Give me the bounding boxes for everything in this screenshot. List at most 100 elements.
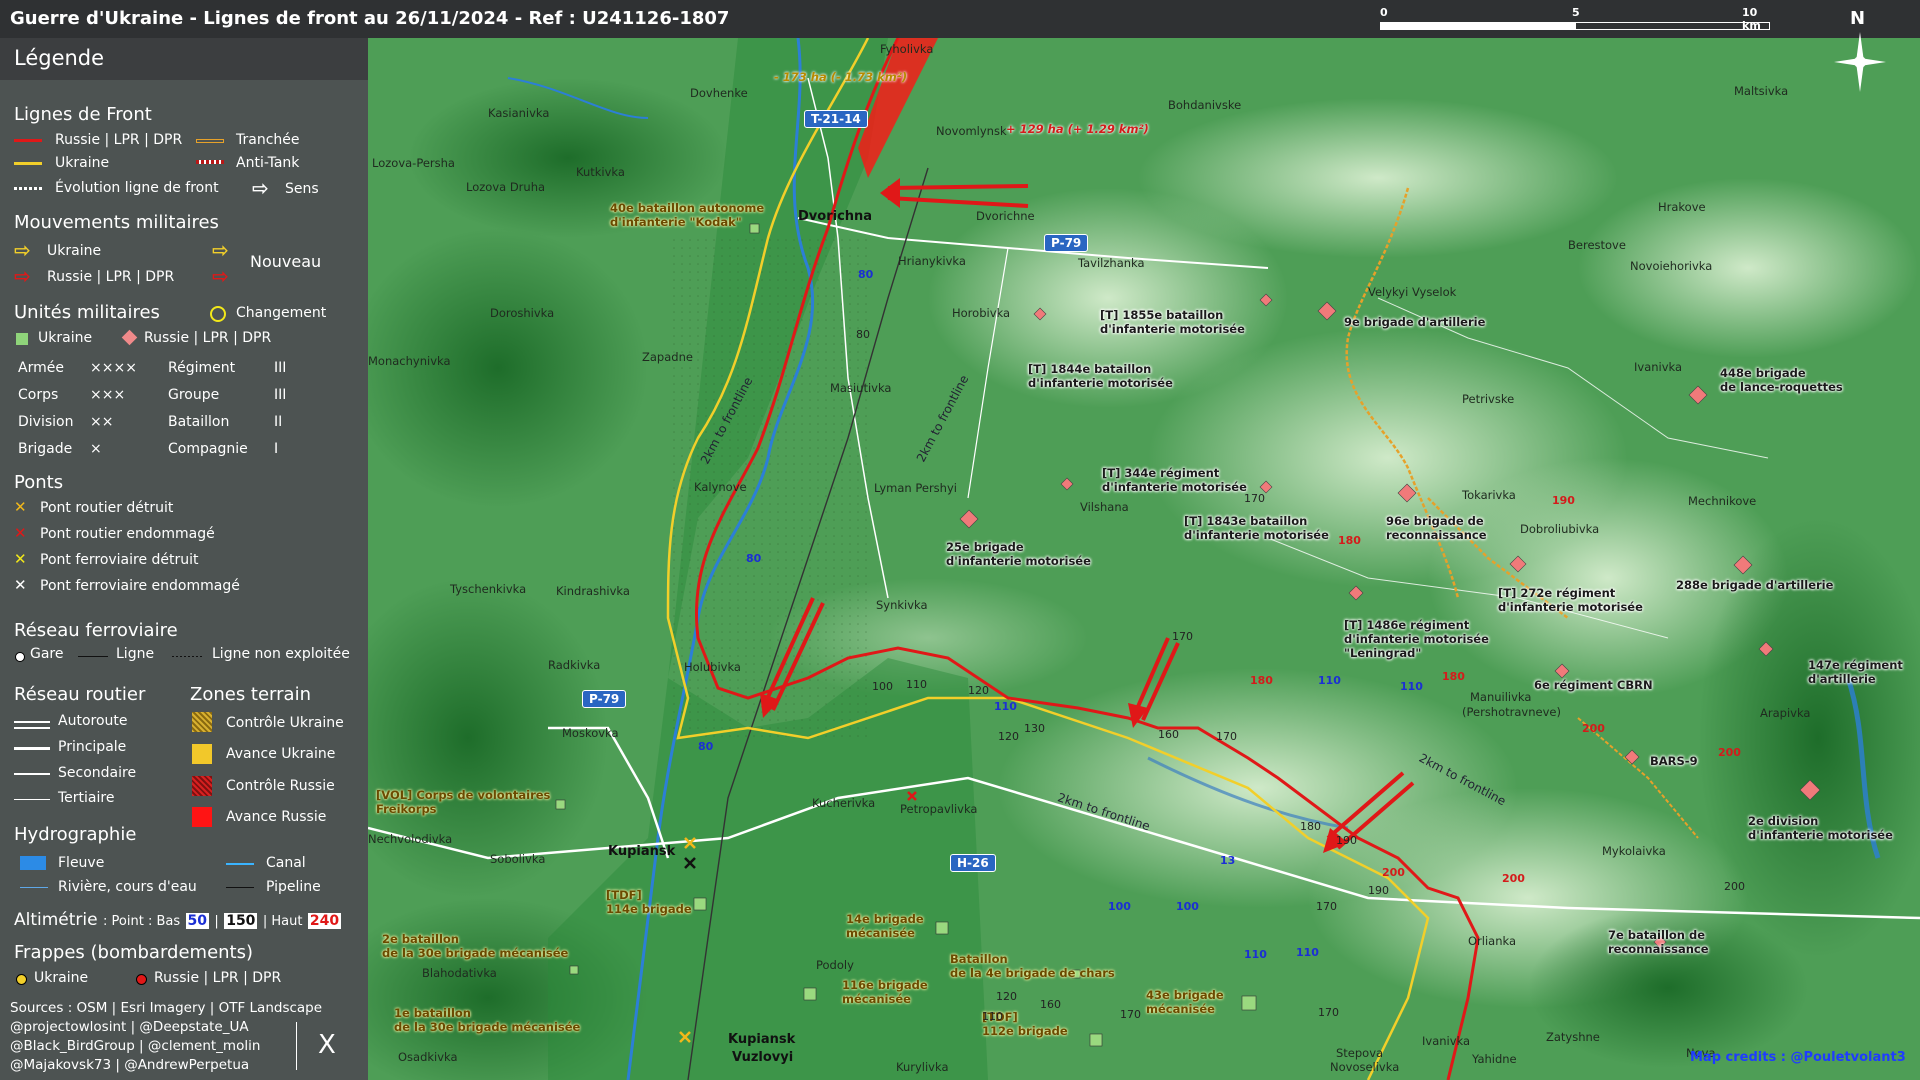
road-number-110a: 110 xyxy=(994,700,1017,713)
road-number-80a: 80 xyxy=(746,552,762,565)
altitude-label: 110 xyxy=(1318,674,1341,687)
map-title: Guerre d'Ukraine - Lignes de front au 26… xyxy=(10,8,730,29)
road-number-100: 100 xyxy=(1108,900,1131,913)
trench-swatch xyxy=(196,139,224,143)
russia-strike-dot-icon xyxy=(136,974,147,985)
front-trench-label: Tranchée xyxy=(236,132,300,148)
place-label: Bohdanivske xyxy=(1168,98,1242,112)
unit-label-line: de la 4e brigade de chars xyxy=(950,966,1115,980)
map-canvas[interactable]: Fyholivka Dovhenke Kasianivka Novomlynsk Boh… xyxy=(368,38,1920,1080)
altitude-label: 200 xyxy=(1582,722,1605,735)
ukraine-control-swatch xyxy=(192,712,212,732)
rail-unused-swatch xyxy=(172,656,202,657)
rail-heading: Réseau ferroviaire xyxy=(14,620,178,641)
rail-line-swatch xyxy=(78,656,108,657)
unit-label-line: 40e bataillon autonome xyxy=(610,201,765,215)
unit-label-line: d'infanterie motorisée xyxy=(1028,376,1173,390)
unit-label: [T] 1486e régiment d'infanterie motorisée… xyxy=(1344,618,1489,660)
place-label: Hrianykivka xyxy=(898,254,966,268)
altimetry-row: Altimétrie : Point : Bas 50 | 150 | Haut… xyxy=(14,910,342,930)
unit-label-line: [T] 1843e bataillon xyxy=(1184,514,1308,528)
place-label: Hrakove xyxy=(1658,200,1706,214)
place-label: Synkivka xyxy=(876,598,928,612)
front-ukraine-label: Ukraine xyxy=(55,155,110,171)
unit-label: 1e bataillon de la 30e brigade mécanisée xyxy=(394,1006,580,1034)
place-label: Kalynove xyxy=(694,480,747,494)
unit-label: [VOL] Corps de volontaires Freikorps xyxy=(376,788,550,816)
echelon-name: Bataillon xyxy=(168,414,230,430)
roads-heading: Réseau routier xyxy=(14,684,146,705)
unit-label: 25e brigade d'infanterie motorisée xyxy=(946,540,1091,568)
place-label: Novoselivka xyxy=(1330,1060,1400,1074)
strikes-ukraine-label: Ukraine xyxy=(34,970,89,986)
unit-label-line: d'infanterie motorisée xyxy=(1102,480,1247,494)
unit-label-line: de la 30e brigade mécanisée xyxy=(382,946,569,960)
place-label: Novomlynsk xyxy=(936,124,1007,138)
altitude-label: 110 xyxy=(906,678,927,691)
new-ukraine-arrow-icon: ⇨ xyxy=(212,238,229,262)
ukraine-line-swatch xyxy=(14,162,42,165)
altitude-label: 120 xyxy=(996,990,1017,1003)
russia-gain-label: + 129 ha (+ 1.29 km²) xyxy=(1006,122,1149,136)
place-label: Petrivske xyxy=(1462,392,1515,406)
place-label: Kupiansk xyxy=(608,844,676,859)
unit-label-line: [VOL] Corps de volontaires xyxy=(376,788,551,802)
place-label: Velykyi Vyselok xyxy=(1368,285,1457,299)
pipeline-swatch xyxy=(226,887,254,888)
station-dot-icon xyxy=(15,652,25,662)
road-bridge-destroyed-icon: ✕ xyxy=(14,498,27,516)
place-label: Kutkivka xyxy=(576,165,625,179)
unit-label-line: 25e brigade xyxy=(946,540,1024,554)
move-new-label: Nouveau xyxy=(250,252,322,271)
road-shield-p79-south: P-79 xyxy=(582,690,627,708)
unit-label: 6e régiment CBRN xyxy=(1534,678,1653,692)
place-label: Kindrashivka xyxy=(556,584,630,598)
unit-label-line: 116e brigade xyxy=(842,978,928,992)
unit-label-line: [T] 1855e bataillon xyxy=(1100,308,1224,322)
place-label: Dobroliubivka xyxy=(1520,522,1600,536)
road-label-0: Autoroute xyxy=(58,713,128,729)
zone-label-2: Contrôle Russie xyxy=(226,778,335,794)
units-heading: Unités militaires xyxy=(14,302,160,323)
units-ukraine-label: Ukraine xyxy=(38,330,93,346)
road-number-110b: 110 xyxy=(1400,680,1423,693)
altitude-label: 160 xyxy=(1040,998,1061,1011)
main-road-swatch xyxy=(14,747,50,750)
road-number-80b: 80 xyxy=(698,740,714,753)
hydro-pipeline-label: Pipeline xyxy=(266,879,321,895)
unit-label-line: mécanisée xyxy=(846,926,915,940)
sources-line-2: @Black_BirdGroup | @clement_molin xyxy=(10,1038,261,1054)
echelon-name: Corps xyxy=(18,387,59,403)
altitude-label: 190 xyxy=(1552,494,1575,507)
echelon-name: Régiment xyxy=(168,360,236,376)
sources-line-3: @Majakovsk73 | @AndrewPerpetua xyxy=(10,1057,250,1073)
place-label: Manuilivka xyxy=(1470,690,1532,704)
place-label: Kurylivka xyxy=(896,1060,949,1074)
echelon-symbol: ×××× xyxy=(90,360,137,376)
rail-bridge-damaged-icon: ✕ xyxy=(14,576,27,594)
stream-swatch xyxy=(20,887,48,888)
front-heading: Lignes de Front xyxy=(14,104,152,125)
front-evolution-label: Évolution ligne de front xyxy=(55,180,219,196)
road-shield-t2114: T-21-14 xyxy=(804,110,868,128)
rail-bridge-destroyed-icon: ✕ xyxy=(14,550,27,568)
unit-label-line: mécanisée xyxy=(842,992,911,1006)
place-label: Vuzlovyi xyxy=(732,1050,794,1065)
unit-label-line: 43e brigade xyxy=(1146,988,1224,1002)
altitude-label: 120 xyxy=(968,684,989,697)
unit-label: 7e bataillon de reconnaissance xyxy=(1608,928,1709,956)
altitude-label: 100 xyxy=(1176,900,1199,913)
echelon-symbol: III xyxy=(274,360,287,376)
echelon-symbol: × xyxy=(90,441,102,457)
unit-label-line: 14e brigade xyxy=(846,912,924,926)
unit-label-line: [T] 344e régiment xyxy=(1102,466,1220,480)
unit-label: 2e bataillon de la 30e brigade mécanisée xyxy=(382,932,568,960)
scale-segment-outline xyxy=(1575,22,1770,30)
unit-label: 40e bataillon autonome d'infanterie "Koda… xyxy=(610,201,764,229)
altimetry-text: : Point : Bas xyxy=(103,914,181,929)
unit-label: Bataillon de la 4e brigade de chars xyxy=(950,952,1115,980)
altitude-label: 160 xyxy=(1158,728,1179,741)
unit-label: 96e brigade de reconnaissance xyxy=(1386,514,1487,542)
x-social-icon[interactable]: X xyxy=(318,1030,336,1060)
place-label: Osadkivka xyxy=(398,1050,458,1064)
